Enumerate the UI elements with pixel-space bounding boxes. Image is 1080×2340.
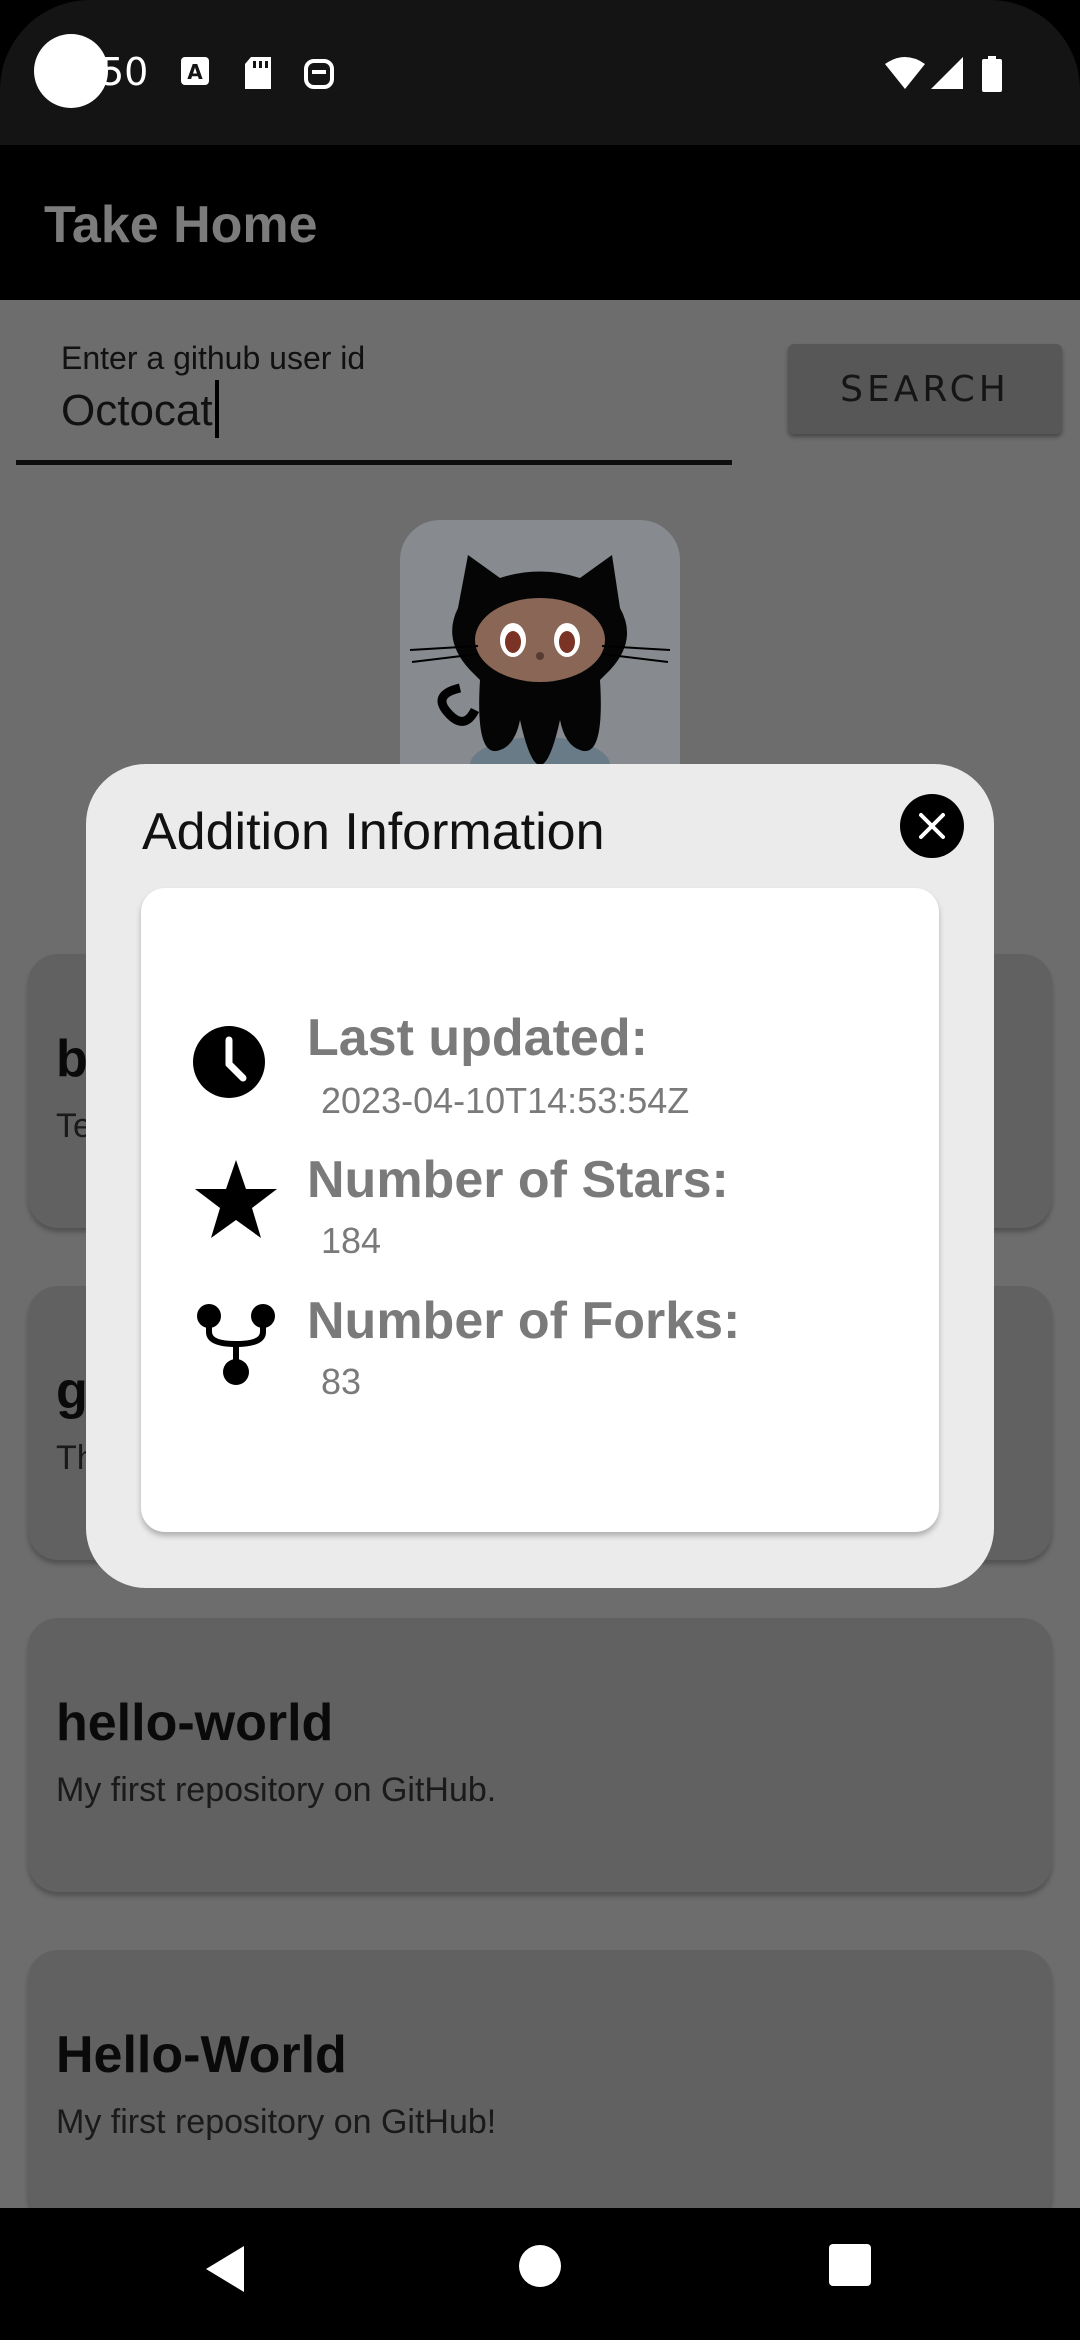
sd-card-icon xyxy=(245,57,271,89)
device-screen: 50 A Take Home Enter a github user id Oc… xyxy=(0,0,1080,2340)
camera-cutout xyxy=(34,34,108,108)
back-icon[interactable] xyxy=(202,2244,248,2294)
vpn-icon xyxy=(304,59,334,89)
repo-name: b xyxy=(56,1030,88,1088)
repo-card[interactable]: Hello-World My first repository on GitHu… xyxy=(28,1950,1052,2224)
search-input[interactable]: Octocat xyxy=(61,386,213,436)
repo-description: My first repository on GitHub! xyxy=(56,2103,497,2141)
last-updated-value: 2023-04-10T14:53:54Z xyxy=(321,1080,690,1121)
info-dialog: Addition Information Last updated: 2023-… xyxy=(86,764,994,1588)
search-input-underline xyxy=(16,460,732,465)
wifi-icon xyxy=(885,57,925,89)
search-field-label: Enter a github user id xyxy=(61,340,366,376)
app-title: Take Home xyxy=(44,196,318,254)
recents-icon[interactable] xyxy=(829,2244,871,2286)
battery-icon xyxy=(982,56,1002,92)
status-time: 50 xyxy=(100,50,149,94)
navigation-bar xyxy=(0,2208,1080,2340)
repo-description: My first repository on GitHub. xyxy=(56,1771,497,1809)
info-card: Last updated: 2023-04-10T14:53:54Z Numbe… xyxy=(141,888,939,1532)
home-icon[interactable] xyxy=(518,2244,562,2288)
forks-label: Number of Forks: xyxy=(307,1292,741,1350)
stars-value: 184 xyxy=(321,1220,382,1261)
text-caret xyxy=(215,380,219,438)
close-button[interactable] xyxy=(900,794,964,858)
last-updated-label: Last updated: xyxy=(307,1009,648,1067)
app-bar: Take Home xyxy=(0,145,1080,300)
close-icon xyxy=(919,813,945,839)
fork-icon xyxy=(197,1304,275,1385)
repo-name: Hello-World xyxy=(56,2026,347,2084)
stars-label: Number of Stars: xyxy=(307,1151,729,1209)
dialog-title: Addition Information xyxy=(142,803,605,861)
repo-name: hello-world xyxy=(56,1694,334,1752)
repo-card[interactable]: hello-world My first repository on GitHu… xyxy=(28,1618,1052,1892)
svg-text:A: A xyxy=(187,60,203,84)
star-icon xyxy=(195,1160,277,1238)
clock-icon xyxy=(193,1026,265,1098)
repo-name: g xyxy=(56,1362,88,1420)
forks-value: 83 xyxy=(321,1361,362,1402)
search-button[interactable]: SEARCH xyxy=(788,344,1062,434)
status-bar: 50 A xyxy=(0,0,1080,145)
cellular-icon xyxy=(931,57,963,89)
text-a-icon: A xyxy=(181,57,209,85)
